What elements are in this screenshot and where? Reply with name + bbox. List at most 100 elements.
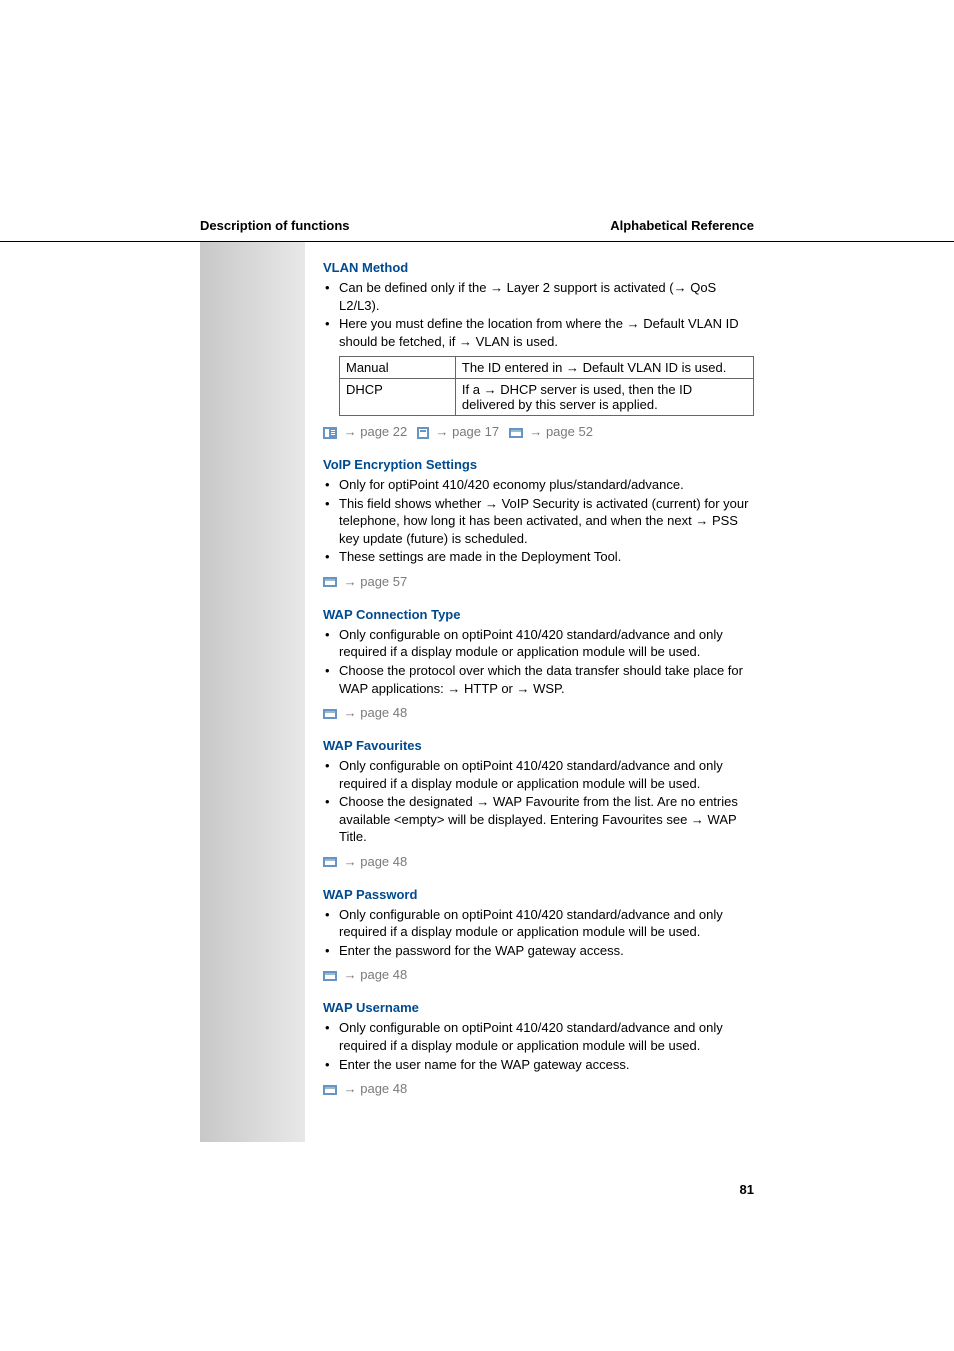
section-wap-connection: WAP Connection Type Only configurable on… [323, 607, 754, 720]
arrow-icon: → [476, 794, 489, 809]
text: Can be defined only if the [339, 280, 490, 295]
header-right: Alphabetical Reference [610, 218, 754, 233]
list-item: Enter the user name for the WAP gateway … [323, 1056, 754, 1074]
phone-config-icon [323, 427, 337, 439]
page-number: 81 [0, 1142, 954, 1217]
arrow-icon: → [674, 280, 687, 295]
page-ref-link[interactable]: page 48 [357, 1081, 408, 1096]
text: Here you must define the location from w… [339, 316, 627, 331]
list-wappw: Only configurable on optiPoint 410/420 s… [323, 906, 754, 960]
list-item: Can be defined only if the → Layer 2 sup… [323, 279, 754, 314]
heading-wap-connection: WAP Connection Type [323, 607, 754, 622]
list-voip: Only for optiPoint 410/420 economy plus/… [323, 476, 754, 566]
list-item: Enter the password for the WAP gateway a… [323, 942, 754, 960]
refs-vlan: → page 22 → page 17 → page 52 [323, 424, 754, 439]
arrow-icon: → [627, 316, 640, 331]
list-item: Only for optiPoint 410/420 economy plus/… [323, 476, 754, 494]
text: WSP. [530, 681, 565, 696]
text: Layer 2 support is activated ( [503, 280, 674, 295]
text: HTTP or [460, 681, 516, 696]
header-left: Description of functions [200, 218, 350, 233]
arrow-icon: → [529, 424, 542, 439]
section-wap-password: WAP Password Only configurable on optiPo… [323, 887, 754, 983]
sidebar [0, 242, 305, 1142]
web-config-icon [323, 577, 337, 587]
list-item: Choose the designated → WAP Favourite fr… [323, 793, 754, 846]
list-item: These settings are made in the Deploymen… [323, 548, 754, 566]
heading-wap-password: WAP Password [323, 887, 754, 902]
web-config-icon [323, 971, 337, 981]
text: VLAN is used. [472, 334, 558, 349]
heading-wap-username: WAP Username [323, 1000, 754, 1015]
text: The ID entered in [462, 360, 566, 375]
arrow-icon: → [695, 513, 708, 528]
heading-vlan-method: VLAN Method [323, 260, 754, 275]
list-item: Only configurable on optiPoint 410/420 s… [323, 906, 754, 941]
arrow-icon: → [435, 424, 448, 439]
arrow-icon: → [344, 574, 357, 589]
list-wapuser: Only configurable on optiPoint 410/420 s… [323, 1019, 754, 1073]
arrow-icon: → [490, 280, 503, 295]
page-ref-link[interactable]: page 48 [357, 854, 408, 869]
web-config-icon [509, 428, 523, 438]
web-config-icon [417, 427, 429, 439]
content: VLAN Method Can be defined only if the →… [305, 242, 954, 1142]
page-ref-link[interactable]: page 57 [357, 574, 408, 589]
list-vlan: Can be defined only if the → Layer 2 sup… [323, 279, 754, 350]
arrow-icon: → [484, 382, 497, 397]
table-row: DHCP If a → DHCP server is used, then th… [340, 379, 754, 416]
table-row: Manual The ID entered in → Default VLAN … [340, 357, 754, 379]
heading-wap-favourites: WAP Favourites [323, 738, 754, 753]
list-item: Only configurable on optiPoint 410/420 s… [323, 626, 754, 661]
table-cell: The ID entered in → Default VLAN ID is u… [455, 357, 753, 379]
list-item: Only configurable on optiPoint 410/420 s… [323, 1019, 754, 1054]
arrow-icon: → [691, 812, 704, 827]
refs-wapconn: → page 48 [323, 705, 754, 720]
arrow-icon: → [344, 424, 357, 439]
list-wapfav: Only configurable on optiPoint 410/420 s… [323, 757, 754, 846]
page-ref-link[interactable]: page 48 [357, 967, 408, 982]
section-wap-username: WAP Username Only configurable on optiPo… [323, 1000, 754, 1096]
sidebar-gradient [200, 242, 305, 1142]
sidebar-white-area [0, 242, 200, 1142]
refs-wapuser: → page 48 [323, 1081, 754, 1096]
page-ref-link[interactable]: page 17 [448, 424, 499, 439]
list-item: Only configurable on optiPoint 410/420 s… [323, 757, 754, 792]
web-config-icon [323, 1085, 337, 1095]
refs-wapfav: → page 48 [323, 854, 754, 869]
web-config-icon [323, 857, 337, 867]
heading-voip-encryption: VoIP Encryption Settings [323, 457, 754, 472]
text: This field shows whether [339, 496, 485, 511]
page: Description of functions Alphabetical Re… [0, 0, 954, 1217]
table-vlan-method: Manual The ID entered in → Default VLAN … [339, 356, 754, 416]
text: Choose the designated [339, 794, 476, 809]
section-wap-favourites: WAP Favourites Only configurable on opti… [323, 738, 754, 869]
arrow-icon: → [344, 1081, 357, 1096]
page-header: Description of functions Alphabetical Re… [0, 0, 954, 242]
arrow-icon: → [517, 681, 530, 696]
page-ref-link[interactable]: page 22 [357, 424, 408, 439]
arrow-icon: → [447, 681, 460, 696]
section-voip-encryption: VoIP Encryption Settings Only for optiPo… [323, 457, 754, 589]
body: VLAN Method Can be defined only if the →… [0, 242, 954, 1142]
list-wapconn: Only configurable on optiPoint 410/420 s… [323, 626, 754, 697]
section-vlan-method: VLAN Method Can be defined only if the →… [323, 260, 754, 439]
arrow-icon: → [485, 496, 498, 511]
list-item: This field shows whether → VoIP Security… [323, 495, 754, 548]
text: If a [462, 382, 484, 397]
text: Default VLAN ID is used. [579, 360, 726, 375]
web-config-icon [323, 709, 337, 719]
page-ref-link[interactable]: page 48 [357, 705, 408, 720]
arrow-icon: → [344, 967, 357, 982]
arrow-icon: → [566, 360, 579, 375]
refs-voip: → page 57 [323, 574, 754, 589]
table-cell: DHCP [340, 379, 456, 416]
list-item: Here you must define the location from w… [323, 315, 754, 350]
arrow-icon: → [344, 705, 357, 720]
list-item: Choose the protocol over which the data … [323, 662, 754, 697]
arrow-icon: → [459, 334, 472, 349]
arrow-icon: → [344, 854, 357, 869]
page-ref-link[interactable]: page 52 [542, 424, 593, 439]
table-cell: If a → DHCP server is used, then the ID … [455, 379, 753, 416]
text: DHCP server is used, then the ID deliver… [462, 382, 692, 412]
